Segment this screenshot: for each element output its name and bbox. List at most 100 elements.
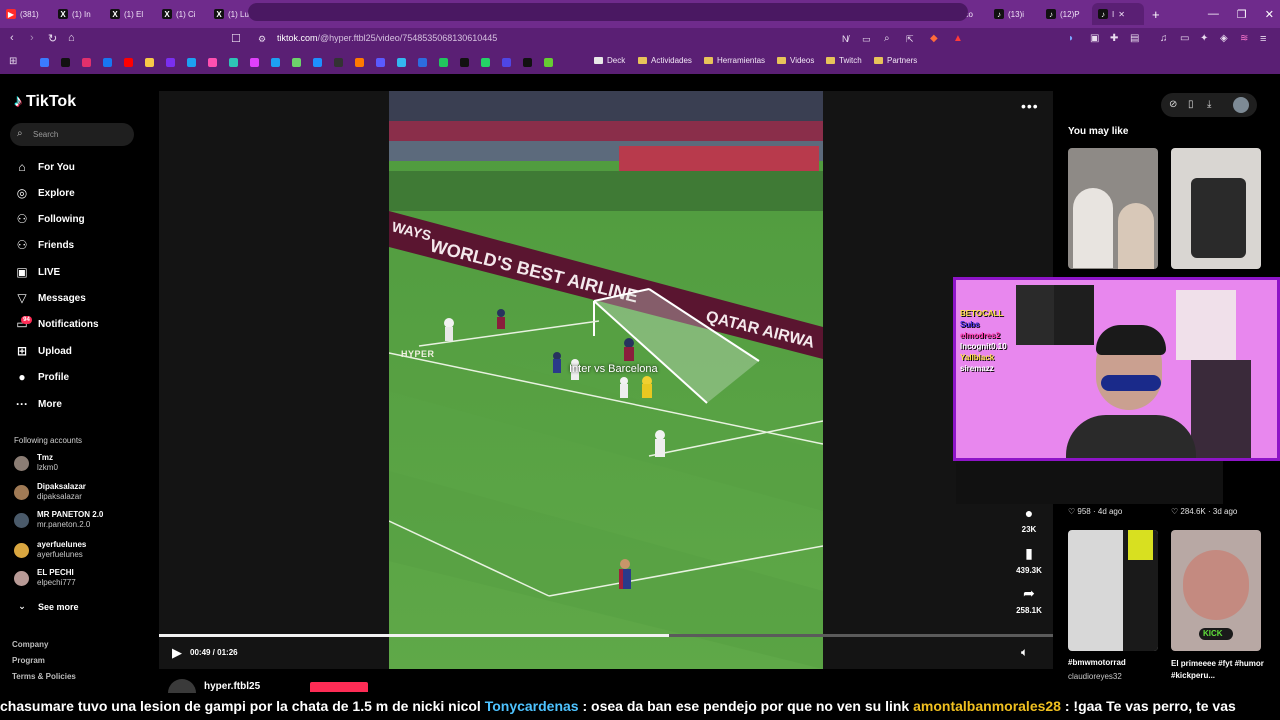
suggestion-thumb-1[interactable] xyxy=(1068,148,1158,269)
bookmark-icon[interactable]: ☐ xyxy=(231,32,241,45)
suggestion-title-3[interactable]: #bmwmotorrad xyxy=(1068,658,1163,667)
minimize-icon[interactable]: — xyxy=(1208,8,1219,20)
bookmark-favicon-icon[interactable] xyxy=(187,58,196,67)
comment-button[interactable]: ● 23K xyxy=(1008,505,1050,534)
play-icon[interactable]: ▶ xyxy=(172,645,182,661)
leo-icon[interactable]: ✦ xyxy=(1200,33,1208,44)
download-icon[interactable]: ⤓ xyxy=(1207,99,1211,110)
bookmark-favicon-icon[interactable] xyxy=(166,58,175,67)
bookmark-favicon-icon[interactable] xyxy=(229,58,238,67)
bookmark-favicon-icon[interactable] xyxy=(418,58,427,67)
share-icon[interactable]: ⇱ xyxy=(906,34,914,45)
new-tab-button[interactable]: + xyxy=(1152,7,1160,22)
browser-tab[interactable]: X (1) Ci xyxy=(156,3,208,25)
bookmark-favicon-icon[interactable] xyxy=(145,58,154,67)
back-icon[interactable]: ‹ xyxy=(10,32,14,44)
wallet-icon[interactable]: ▭ xyxy=(1180,33,1189,44)
see-more-button[interactable]: ⌄ See more xyxy=(14,601,78,612)
browser-tab[interactable]: ♪ I ✕ xyxy=(1092,3,1144,25)
extensions-puzzle-icon[interactable]: ✚ xyxy=(1110,33,1118,44)
bookmark-folder-herramientas[interactable]: Herramientas xyxy=(704,56,765,65)
bookmark-favicon-icon[interactable] xyxy=(40,58,49,67)
bookmark-favicon-icon[interactable] xyxy=(397,58,406,67)
footer-program[interactable]: Program xyxy=(12,656,45,665)
suggestion-thumb-2[interactable] xyxy=(1171,148,1261,269)
bookmark-favicon-icon[interactable] xyxy=(124,58,133,67)
footer-terms[interactable]: Terms & Policies xyxy=(12,672,76,681)
more-options-icon[interactable]: ••• xyxy=(1021,98,1039,114)
theme-icon[interactable]: ≋ xyxy=(1240,33,1248,44)
following-account[interactable]: Dipaksalazar dipaksalazar xyxy=(14,482,86,502)
browser-tab[interactable]: ♪ (12)P xyxy=(1040,3,1092,25)
browser-tab[interactable]: ♪ (13)i xyxy=(988,3,1040,25)
zoom-icon[interactable]: ⌕ xyxy=(884,33,890,44)
browser-tab[interactable]: X (1) El xyxy=(104,3,156,25)
bookmark-favicon-icon[interactable] xyxy=(61,58,70,67)
author-name[interactable]: hyper.ftbl25 xyxy=(204,681,260,692)
sidebar-item-upload[interactable]: ⊞ Upload xyxy=(14,344,72,358)
bookmark-favicon-icon[interactable] xyxy=(523,58,532,67)
following-account[interactable]: MR PANETON 2.0 mr.paneton.2.0 xyxy=(14,510,103,530)
following-account[interactable]: ayerfuelunes ayerfuelunes xyxy=(14,540,86,560)
video-frame[interactable]: WORLD'S BEST AIRLINE QATAR AIRWA WAYS xyxy=(389,91,823,669)
bookmark-folder-deck[interactable]: Deck xyxy=(594,56,625,65)
home-icon[interactable]: ⌂ xyxy=(68,32,75,44)
browser-tab[interactable]: ▶ (381) xyxy=(0,3,52,25)
bookmark-favicon-icon[interactable] xyxy=(502,58,511,67)
volume-icon[interactable]: 🔈︎ xyxy=(1021,645,1028,660)
footer-company[interactable]: Company xyxy=(12,640,48,649)
sidebar-item-friends[interactable]: ⚇ Friends xyxy=(14,238,75,252)
bookmark-favicon-icon[interactable] xyxy=(334,58,343,67)
brave-shield-icon[interactable]: ◆ xyxy=(930,33,938,44)
bookmark-favicon-icon[interactable] xyxy=(271,58,280,67)
suggestion-title-4[interactable]: El primeeee #fyt #humor #kickperu... xyxy=(1171,658,1266,682)
bookmark-favicon-icon[interactable] xyxy=(439,58,448,67)
extension-icon[interactable]: ◗ xyxy=(1068,33,1074,44)
bookmark-favicon-icon[interactable] xyxy=(376,58,385,67)
cast-icon[interactable]: ▭ xyxy=(862,34,871,45)
following-account[interactable]: Tmz lzkm0 xyxy=(14,453,58,473)
close-tab-icon[interactable]: ✕ xyxy=(1118,10,1125,19)
bookmark-favicon-icon[interactable] xyxy=(355,58,364,67)
suggestion-thumb-3[interactable] xyxy=(1068,530,1158,651)
site-info-icon[interactable]: ⚙ xyxy=(258,34,266,45)
share-button[interactable]: ➦ 258.1K xyxy=(1008,585,1050,615)
restore-icon[interactable]: ❐ xyxy=(1237,8,1247,21)
menu-icon[interactable]: ≡ xyxy=(1260,33,1266,45)
reload-icon[interactable]: ↻ xyxy=(48,32,57,45)
bookmark-folder-videos[interactable]: Videos xyxy=(777,56,814,65)
bookmark-favicon-icon[interactable] xyxy=(103,58,112,67)
sidebar-item-for-you[interactable]: ⌂ For You xyxy=(14,160,74,174)
translate-icon[interactable]: N̸ xyxy=(842,34,849,44)
bookmark-favicon-icon[interactable] xyxy=(292,58,301,67)
bookmark-favicon-icon[interactable] xyxy=(313,58,322,67)
coins-icon[interactable]: ⊘ xyxy=(1169,99,1177,110)
sidebar-item-live[interactable]: ▣ LIVE xyxy=(14,265,60,279)
rewards-icon[interactable]: ▲ xyxy=(953,33,963,44)
follow-button[interactable] xyxy=(310,682,368,692)
bookmark-favicon-icon[interactable] xyxy=(544,58,553,67)
apps-grid-icon[interactable]: ⊞ xyxy=(9,56,17,67)
suggestion-user-3[interactable]: claudioreyes32 xyxy=(1068,672,1122,681)
bookmark-folder-twitch[interactable]: Twitch xyxy=(826,56,862,65)
sidebar-item-profile[interactable]: ● Profile xyxy=(14,370,69,384)
bookmark-favicon-icon[interactable] xyxy=(481,58,490,67)
browser-tab[interactable]: X (1) In xyxy=(52,3,104,25)
following-account[interactable]: EL PECHI elpechi777 xyxy=(14,568,76,588)
bookmark-favicon-icon[interactable] xyxy=(208,58,217,67)
sidebar-item-following[interactable]: ⚇ Following xyxy=(14,212,85,226)
save-button[interactable]: ▮ 439.3K xyxy=(1008,545,1050,575)
sidebar-item-explore[interactable]: ◎ Explore xyxy=(14,186,75,200)
close-icon[interactable]: ✕ xyxy=(1265,8,1274,21)
sidebar-item-messages[interactable]: ▽ Messages xyxy=(14,291,85,305)
search-input[interactable] xyxy=(10,123,134,146)
music-icon[interactable]: ♫ xyxy=(1160,33,1168,44)
bookmark-favicon-icon[interactable] xyxy=(250,58,259,67)
bookmark-folder-partners[interactable]: Partners xyxy=(874,56,917,65)
sidebar-item-more[interactable]: ··· More xyxy=(14,397,62,411)
device-icon[interactable]: ▯ xyxy=(1188,99,1194,110)
url-text[interactable]: tiktok.com/@hyper.ftbl25/video/754853506… xyxy=(277,33,497,43)
bookmark-folder-actividades[interactable]: Actividades xyxy=(638,56,692,65)
vpn-icon[interactable]: ◈ xyxy=(1220,33,1228,44)
forward-icon[interactable]: › xyxy=(30,32,34,44)
